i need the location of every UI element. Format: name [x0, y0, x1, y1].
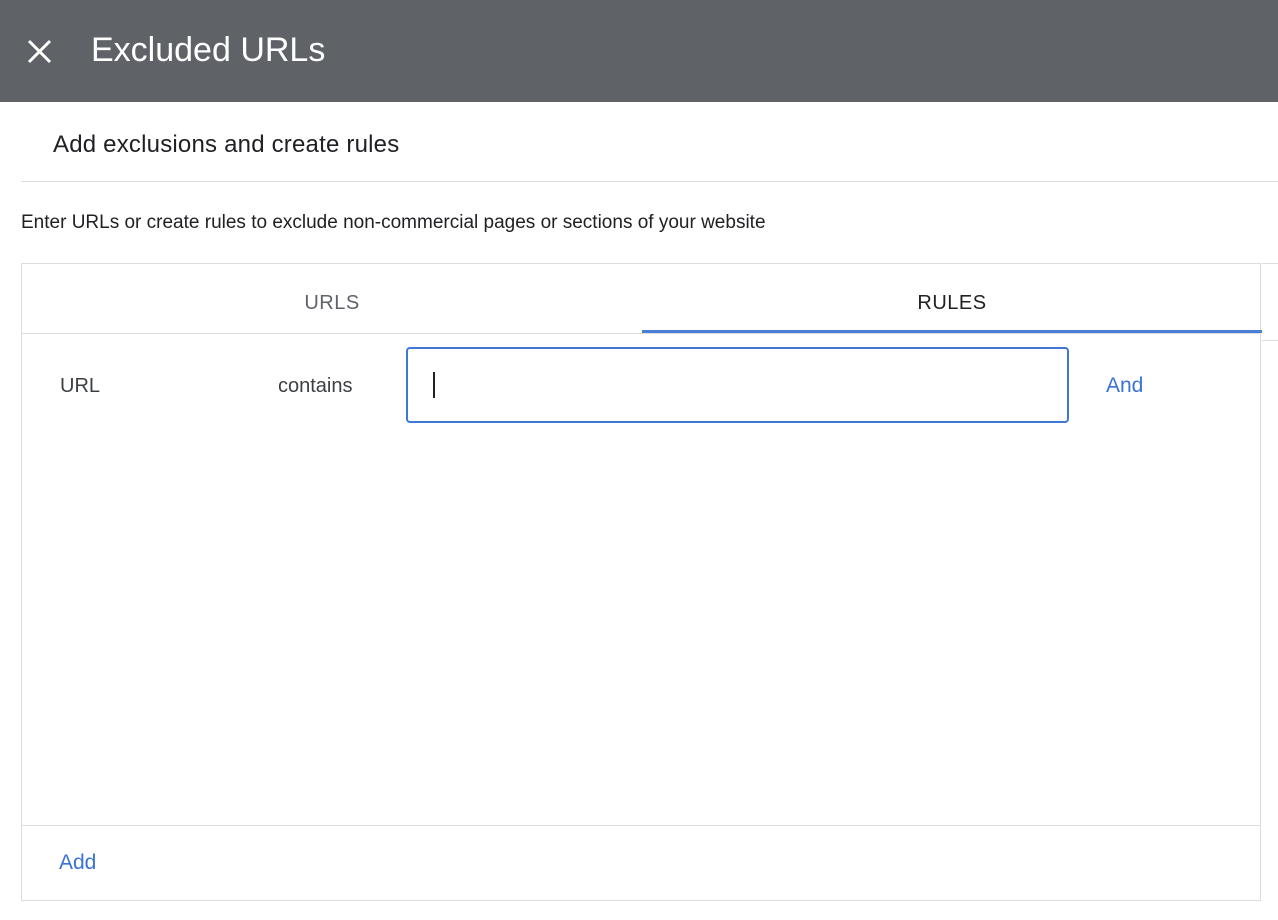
footer-divider — [22, 825, 1260, 826]
rule-operator-label: contains — [278, 375, 353, 397]
close-button[interactable] — [20, 31, 60, 71]
panel-edge-line — [1262, 263, 1278, 264]
rule-field-label: URL — [60, 375, 101, 397]
dialog-header: Excluded URLs — [0, 0, 1278, 102]
section-title: Add exclusions and create rules — [53, 131, 400, 158]
text-cursor — [433, 372, 435, 398]
tab-bar: URLS RULES — [22, 264, 1262, 334]
section-divider — [21, 181, 1278, 182]
dialog-title: Excluded URLs — [91, 31, 326, 69]
exclusions-panel: URLS RULES URL contains And Add — [21, 263, 1262, 901]
tab-urls[interactable]: URLS — [22, 264, 642, 333]
rule-value-input[interactable] — [406, 347, 1069, 423]
active-tab-indicator — [642, 330, 1262, 333]
and-button[interactable]: And — [1106, 374, 1143, 398]
panel-edge-line — [1262, 340, 1278, 341]
section-description: Enter URLs or create rules to exclude no… — [21, 212, 766, 233]
tab-rules[interactable]: RULES — [642, 264, 1262, 333]
close-icon — [27, 39, 52, 64]
add-button[interactable]: Add — [59, 851, 96, 875]
